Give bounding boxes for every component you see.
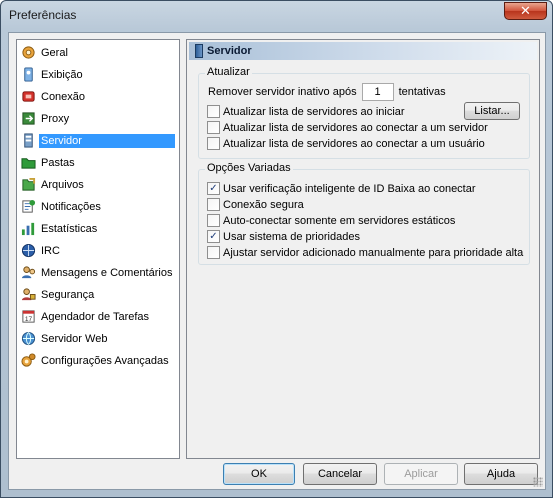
cancel-button[interactable]: Cancelar	[303, 463, 377, 485]
tree-item-label: Notificações	[41, 200, 101, 213]
option-label: Ajustar servidor adicionado manualmente …	[223, 246, 524, 259]
tree-item-label: Conexão	[41, 90, 86, 103]
tree-item-mensagens[interactable]: Mensagens e Comentários	[20, 263, 178, 282]
option-label: Atualizar lista de servidores ao conecta…	[223, 121, 488, 134]
proxy-icon	[20, 111, 36, 127]
option-label: Atualizar lista de servidores ao iniciar	[223, 105, 405, 118]
tree-item-agendador[interactable]: 17 Agendador de Tarefas	[20, 307, 178, 326]
tree-item-servidor[interactable]: Servidor	[20, 131, 178, 150]
settings-panel: Servidor Atualizar Remover servidor inat…	[186, 39, 540, 459]
option-label: Usar sistema de prioridades	[223, 230, 360, 243]
secure-connection-checkbox[interactable]	[207, 198, 220, 211]
group-title: Atualizar	[205, 66, 252, 78]
tree-item-geral[interactable]: Geral	[20, 43, 178, 62]
smart-lowid-checkbox[interactable]: ✓	[207, 182, 220, 195]
tree-item-label: Arquivos	[41, 178, 84, 191]
tree-item-label: Servidor	[39, 133, 175, 148]
ok-button[interactable]: OK	[223, 463, 295, 485]
server-icon	[195, 44, 203, 58]
scheduler-icon: 17	[20, 309, 36, 325]
tree-item-label: Exibição	[41, 68, 83, 81]
tree-item-label: Pastas	[41, 156, 75, 169]
tree-item-label: Proxy	[41, 112, 70, 125]
folder-icon	[20, 155, 36, 171]
tree-item-label: Geral	[41, 46, 68, 59]
remove-attempts-input[interactable]: 1	[361, 83, 394, 101]
group-title: Opções Variadas	[205, 162, 293, 174]
static-autoconnect-checkbox[interactable]	[207, 214, 220, 227]
panel-header: Servidor	[189, 42, 537, 60]
server-icon	[20, 133, 36, 149]
priority-system-option[interactable]: ✓ Usar sistema de prioridades	[207, 230, 360, 243]
option-label: Atualizar lista de servidores ao conecta…	[223, 137, 485, 150]
manual-high-priority-checkbox[interactable]	[207, 246, 220, 259]
title-bar[interactable]: Preferências ✕	[1, 1, 552, 31]
close-button[interactable]: ✕	[504, 2, 547, 20]
tree-item-servidor-web[interactable]: Servidor Web	[20, 329, 178, 348]
smart-lowid-option[interactable]: ✓ Usar verificação inteligente de ID Bai…	[207, 182, 476, 195]
manual-high-priority-option[interactable]: Ajustar servidor adicionado manualmente …	[207, 246, 523, 259]
tree-item-conexao[interactable]: Conexão	[20, 87, 178, 106]
priority-system-checkbox[interactable]: ✓	[207, 230, 220, 243]
category-tree: Geral Exibição Conexão Proxy Servidor Pa…	[16, 39, 180, 459]
tree-item-label: IRC	[41, 244, 60, 257]
tree-item-configuracoes-avancadas[interactable]: Configurações Avançadas	[20, 351, 178, 370]
tree-item-arquivos[interactable]: Arquivos	[20, 175, 178, 194]
irc-icon	[20, 243, 36, 259]
tree-item-proxy[interactable]: Proxy	[20, 109, 178, 128]
tree-item-estatisticas[interactable]: Estatísticas	[20, 219, 178, 238]
list-button[interactable]: Listar...	[464, 102, 520, 120]
remove-server-suffix: tentativas	[398, 86, 446, 98]
tree-item-seguranca[interactable]: Segurança	[20, 285, 178, 304]
files-icon	[20, 177, 36, 193]
preferences-window: Preferências ✕ Geral Exibição Conexão Pr…	[0, 0, 553, 498]
window-title: Preferências	[9, 8, 77, 22]
update-group: Atualizar Remover servidor inativo após …	[198, 66, 530, 159]
option-label: Conexão segura	[223, 198, 304, 211]
web-server-icon	[20, 331, 36, 347]
tree-item-label: Configurações Avançadas	[41, 354, 169, 367]
tree-item-label: Agendador de Tarefas	[41, 310, 150, 323]
panel-title: Servidor	[207, 45, 252, 57]
dialog-client-area: Geral Exibição Conexão Proxy Servidor Pa…	[8, 32, 546, 490]
tree-item-label: Segurança	[41, 288, 95, 301]
statistics-icon	[20, 221, 36, 237]
option-label: Usar verificação inteligente de ID Baixa…	[223, 182, 476, 195]
resize-grip[interactable]	[533, 477, 543, 487]
update-on-user-connect-option[interactable]: Atualizar lista de servidores ao conecta…	[207, 137, 485, 150]
remove-server-label: Remover servidor inativo após	[208, 86, 357, 98]
update-on-start-option[interactable]: Atualizar lista de servidores ao iniciar	[207, 105, 405, 118]
secure-connection-option[interactable]: Conexão segura	[207, 198, 304, 211]
update-on-server-connect-checkbox[interactable]	[207, 121, 220, 134]
svg-text:17: 17	[24, 316, 32, 323]
tree-item-label: Mensagens e Comentários	[41, 266, 173, 279]
advanced-settings-icon	[20, 353, 36, 369]
static-autoconnect-option[interactable]: Auto-conectar somente em servidores está…	[207, 214, 455, 227]
tree-item-label: Servidor Web	[41, 332, 108, 345]
apply-button[interactable]: Aplicar	[384, 463, 458, 485]
messages-icon	[20, 265, 36, 281]
display-icon	[20, 67, 36, 83]
update-on-server-connect-option[interactable]: Atualizar lista de servidores ao conecta…	[207, 121, 488, 134]
remove-server-row: Remover servidor inativo após 1 tentativ…	[208, 83, 446, 101]
gear-icon	[20, 45, 36, 61]
tree-item-exibicao[interactable]: Exibição	[20, 65, 178, 84]
option-label: Auto-conectar somente em servidores está…	[223, 214, 456, 227]
misc-options-group: Opções Variadas ✓ Usar verificação intel…	[198, 162, 530, 265]
connection-icon	[20, 89, 36, 105]
update-on-start-checkbox[interactable]	[207, 105, 220, 118]
tree-item-notificacoes[interactable]: Notificações	[20, 197, 178, 216]
notification-icon	[20, 199, 36, 215]
security-icon	[20, 287, 36, 303]
tree-item-label: Estatísticas	[41, 222, 98, 235]
tree-item-irc[interactable]: IRC	[20, 241, 178, 260]
tree-item-pastas[interactable]: Pastas	[20, 153, 178, 172]
update-on-user-connect-checkbox[interactable]	[207, 137, 220, 150]
help-button[interactable]: Ajuda	[464, 463, 538, 485]
